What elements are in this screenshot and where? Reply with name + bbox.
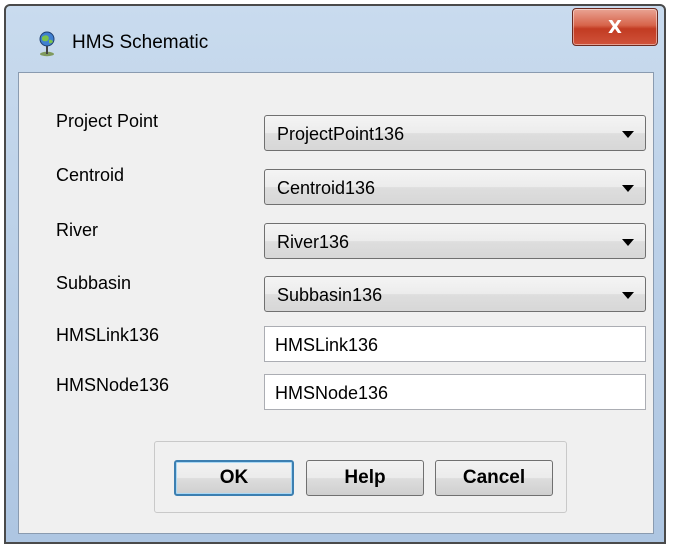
help-button[interactable]: Help — [306, 460, 424, 496]
project-point-dropdown[interactable]: ProjectPoint136 — [264, 115, 646, 151]
dialog-content: Project Point ProjectPoint136 Centroid C… — [18, 72, 654, 534]
close-icon: X — [608, 16, 622, 38]
project-point-label: Project Point — [56, 111, 159, 131]
river-value: River136 — [277, 232, 350, 252]
window-title: HMS Schematic — [72, 32, 209, 53]
river-label: River — [56, 220, 99, 240]
ok-button[interactable]: OK — [174, 460, 294, 496]
chevron-down-icon — [622, 131, 634, 138]
subbasin-label: Subbasin — [56, 273, 132, 293]
centroid-label: Centroid — [56, 165, 125, 185]
chevron-down-icon — [622, 239, 634, 246]
subbasin-value: Subbasin136 — [277, 285, 383, 305]
page: HMS Schematic X Project Point ProjectPoi… — [0, 0, 679, 552]
dialog-window: HMS Schematic X Project Point ProjectPoi… — [4, 4, 666, 544]
hms-node-field[interactable]: HMSNode136 — [264, 374, 646, 410]
button-group: OK Help Cancel — [154, 441, 567, 513]
title-bar[interactable]: HMS Schematic X — [6, 6, 664, 76]
hms-link-field[interactable]: HMSLink136 — [264, 326, 646, 362]
hms-link-label: HMSLink136 — [56, 325, 160, 345]
centroid-value: Centroid136 — [277, 178, 376, 198]
globe-pin-icon — [36, 31, 58, 57]
hms-node-label: HMSNode136 — [56, 375, 170, 395]
river-dropdown[interactable]: River136 — [264, 223, 646, 259]
chevron-down-icon — [622, 185, 634, 192]
centroid-dropdown[interactable]: Centroid136 — [264, 169, 646, 205]
chevron-down-icon — [622, 292, 634, 299]
project-point-value: ProjectPoint136 — [277, 124, 405, 144]
subbasin-dropdown[interactable]: Subbasin136 — [264, 276, 646, 312]
cancel-button[interactable]: Cancel — [435, 460, 553, 496]
close-button[interactable]: X — [572, 8, 658, 46]
